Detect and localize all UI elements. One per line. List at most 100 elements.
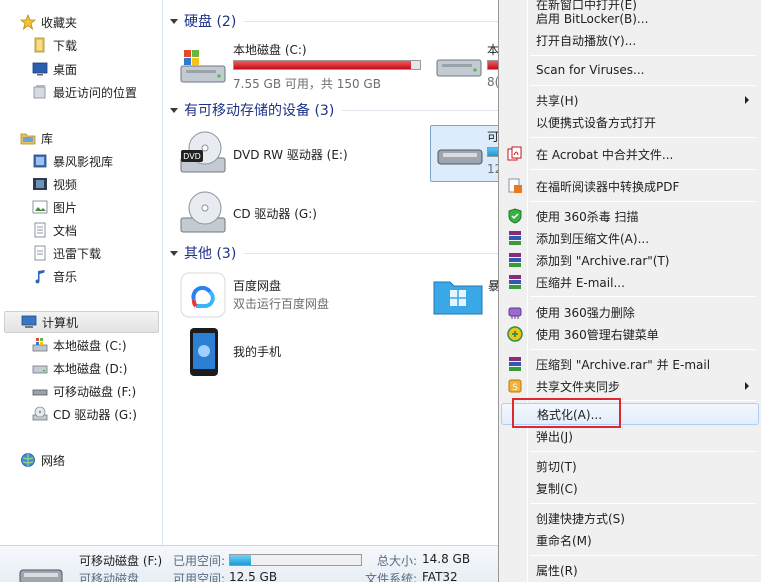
menu-360-delete[interactable]: 使用 360强力删除 — [501, 301, 759, 323]
nav-desktop[interactable]: 桌面 — [32, 58, 77, 80]
drive-tile-d[interactable]: 本 8( — [434, 38, 498, 90]
content-pane[interactable]: 硬盘 (2) 本地磁盘 (C:) 7.55 GB 可用，共 150 GB 本 8… — [164, 0, 498, 545]
picture-icon — [32, 199, 48, 215]
nav-recent[interactable]: 最近访问的位置 — [32, 81, 137, 103]
drive-tile-cd[interactable]: CD 驱动器 (G:) — [178, 188, 408, 238]
removable-usage-bar — [487, 147, 498, 157]
submenu-arrow-icon — [745, 382, 749, 390]
tile-storm[interactable]: 暴 — [432, 272, 498, 318]
removable-drive-icon — [19, 569, 63, 582]
collapse-arrow-icon — [170, 250, 178, 256]
nav-thunder[interactable]: 迅雷下载 — [32, 242, 101, 264]
menu-foxit-convert[interactable]: 在福昕阅读器中转换成PDF — [501, 175, 759, 197]
document-icon — [32, 222, 48, 238]
winrar-icon — [509, 357, 521, 371]
shredder-icon — [508, 307, 522, 319]
menu-rename[interactable]: 重命名(M) — [501, 529, 759, 551]
menu-add-archive[interactable]: 添加到压缩文件(A)... — [501, 227, 759, 249]
removable-drive-name: 可 — [487, 130, 498, 144]
drive-d-usage-bar — [487, 60, 498, 70]
library-icon — [20, 130, 36, 146]
winrar-icon — [509, 231, 521, 245]
nav-favorites[interactable]: 收藏夹 — [19, 11, 77, 33]
menu-copy[interactable]: 复制(C) — [501, 477, 759, 499]
collapse-arrow-icon — [170, 107, 178, 113]
menu-eject[interactable]: 弹出(J) — [501, 425, 759, 447]
film-icon — [32, 176, 48, 192]
menu-portable-open[interactable]: 以便携式设备方式打开 — [501, 111, 759, 133]
nav-drive-d[interactable]: 本地磁盘 (D:) — [32, 357, 127, 379]
my-phone-name: 我的手机 — [233, 345, 282, 359]
tile-baidu-netdisk[interactable]: 百度网盘 双击运行百度网盘 — [178, 270, 418, 320]
star-icon — [19, 13, 37, 31]
details-name: 可移动磁盘 (F:) — [79, 554, 163, 568]
storm-folder-icon — [433, 281, 483, 315]
menu-360-manage[interactable]: 使用 360管理右键菜单 — [501, 323, 759, 345]
sync-folder-icon: S — [508, 379, 522, 393]
submenu-arrow-icon — [745, 96, 749, 104]
cd-drive-icon — [32, 406, 48, 422]
nav-drive-c[interactable]: 本地磁盘 (C:) — [32, 334, 127, 356]
collapse-arrow-icon — [170, 18, 178, 24]
nav-downloads[interactable]: 下载 — [32, 34, 77, 56]
computer-icon — [21, 314, 37, 330]
winrar-icon — [509, 275, 521, 289]
context-menu[interactable]: 在新窗口中打开(E) 启用 BitLocker(B)... 打开自动播放(Y).… — [498, 0, 761, 582]
nav-music[interactable]: 音乐 — [32, 265, 77, 287]
format-highlight-box — [512, 398, 621, 428]
details-fs-value: FAT32 — [422, 570, 458, 582]
nav-videos[interactable]: 视频 — [32, 173, 77, 195]
menu-bitlocker[interactable]: 启用 BitLocker(B)... — [501, 7, 759, 29]
drive-c-space: 7.55 GB 可用，共 150 GB — [233, 77, 381, 91]
menu-cut[interactable]: 剪切(T) — [501, 455, 759, 477]
details-used-label: 已用空间: — [173, 554, 226, 568]
drive-tile-removable[interactable]: 可 12 — [430, 125, 498, 182]
drive-c-usage-bar — [233, 60, 421, 70]
nav-documents[interactable]: 文档 — [32, 219, 77, 241]
menu-autoplay[interactable]: 打开自动播放(Y)... — [501, 29, 759, 51]
details-total-label: 总大小: — [377, 554, 418, 568]
details-type: 可移动磁盘 — [79, 572, 140, 582]
baidu-netdisk-icon — [180, 272, 226, 318]
hard-drive-icon — [32, 360, 48, 376]
baidu-netdisk-subtitle: 双击运行百度网盘 — [233, 297, 330, 311]
drive-tile-dvd[interactable]: DVD DVD RW 驱动器 (E:) — [178, 128, 408, 180]
baidu-netdisk-name: 百度网盘 — [233, 279, 282, 293]
nav-drive-f[interactable]: 可移动磁盘 (F:) — [32, 380, 136, 402]
download-folder-icon — [32, 37, 48, 53]
svg-text:DVD: DVD — [183, 152, 201, 161]
network-icon — [20, 452, 36, 468]
removable-drive-icon — [437, 149, 483, 165]
menu-share[interactable]: 共享(H) — [501, 89, 759, 111]
menu-add-rar[interactable]: 添加到 "Archive.rar"(T) — [501, 249, 759, 271]
nav-network[interactable]: 网络 — [20, 449, 65, 471]
nav-storm-library[interactable]: 暴风影视库 — [32, 150, 113, 172]
nav-libraries[interactable]: 库 — [20, 127, 53, 149]
menu-compress-email[interactable]: 压缩并 E-mail... — [501, 271, 759, 293]
windows-drive-icon — [180, 50, 226, 83]
group-header-hard-disks[interactable]: 硬盘 (2) — [164, 11, 498, 31]
phone-icon — [190, 328, 218, 376]
nav-computer[interactable]: 计算机 — [4, 311, 159, 333]
recent-places-icon — [32, 84, 48, 100]
nav-drive-g[interactable]: CD 驱动器 (G:) — [32, 403, 137, 425]
dvd-drive-icon: DVD — [180, 131, 226, 173]
menu-compress-rar-email[interactable]: 压缩到 "Archive.rar" 并 E-mail — [501, 353, 759, 375]
360-icon — [507, 326, 523, 342]
menu-360-scan[interactable]: 使用 360杀毒 扫描 — [501, 205, 759, 227]
details-used-bar — [229, 554, 362, 566]
menu-acrobat-merge[interactable]: 在 Acrobat 中合并文件... — [501, 143, 759, 165]
menu-scan-viruses[interactable]: Scan for Viruses... — [501, 59, 759, 81]
menu-properties[interactable]: 属性(R) — [501, 559, 759, 581]
nav-pictures[interactable]: 图片 — [32, 196, 77, 218]
menu-create-shortcut[interactable]: 创建快捷方式(S) — [501, 507, 759, 529]
drive-tile-c[interactable]: 本地磁盘 (C:) 7.55 GB 可用，共 150 GB — [178, 38, 423, 91]
cd-drive-name: CD 驱动器 (G:) — [233, 207, 317, 221]
navigation-pane[interactable]: 收藏夹 下载 桌面 最近访问的位置 库 暴风影视库 视频 图片 文档 迅雷下载 … — [0, 0, 163, 545]
menu-share-sync[interactable]: S 共享文件夹同步 — [501, 375, 759, 397]
group-header-other[interactable]: 其他 (3) — [164, 243, 498, 263]
tile-my-phone[interactable]: 我的手机 — [178, 325, 378, 377]
group-header-removable[interactable]: 有可移动存储的设备 (3) — [164, 100, 498, 120]
acrobat-icon — [507, 146, 522, 161]
windows-drive-icon — [32, 337, 48, 353]
